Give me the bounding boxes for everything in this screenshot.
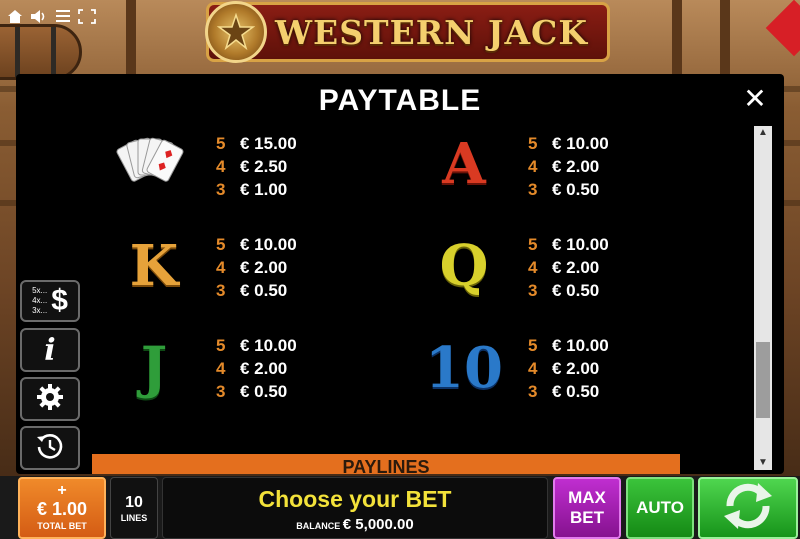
jack-symbol: J <box>140 335 168 401</box>
paytable-scrollbar[interactable]: ▲ ▼ <box>754 126 772 470</box>
total-bet-label: TOTAL BET <box>37 521 87 531</box>
scroll-down-icon[interactable]: ▼ <box>754 456 772 470</box>
lines-value: 10 <box>125 494 143 511</box>
gear-icon <box>35 382 65 417</box>
auto-label: AUTO <box>636 498 684 517</box>
info-button[interactable]: i <box>20 328 80 372</box>
cards-payouts: 5 € 15.00 4 € 2.50 3 € 1.00 <box>216 132 326 201</box>
payout-row: 5 € 10.00 <box>528 335 609 355</box>
payout-row: 3 € 1.00 <box>216 179 288 199</box>
payout-row: 3 € 0.50 <box>216 280 288 300</box>
payout-row: 3 € 0.50 <box>528 381 600 401</box>
menu-icon[interactable] <box>54 8 72 24</box>
balance-display: BALANCE € 5,000.00 <box>296 516 413 533</box>
corner-badge <box>765 0 800 57</box>
home-icon[interactable] <box>6 8 24 24</box>
bet-increase-icon[interactable]: + <box>57 483 66 499</box>
sound-icon[interactable] <box>30 8 48 24</box>
sheriff-star-icon <box>205 1 267 63</box>
paytable-title: PAYTABLE <box>318 84 482 117</box>
payout-row: 3 € 0.50 <box>216 381 288 401</box>
payout-row: 3 € 0.50 <box>528 179 600 199</box>
payout-row: 5 € 10.00 <box>216 335 297 355</box>
max-bet-label-line2: BET <box>570 508 604 527</box>
jack-payouts: 5 € 10.00 4 € 2.00 3 € 0.50 <box>216 334 326 403</box>
scrollbar-thumb[interactable] <box>756 342 770 418</box>
ace-payouts: 5 € 10.00 4 € 2.00 3 € 0.50 <box>528 132 638 201</box>
payout-row: 5 € 10.00 <box>216 234 297 254</box>
queen-symbol: Q <box>439 233 489 299</box>
top-toolbar <box>6 8 96 24</box>
close-icon[interactable]: ✕ <box>742 85 768 113</box>
info-icon: i <box>44 332 56 368</box>
payout-row: 4 € 2.00 <box>528 156 600 176</box>
paylines-section-header: PAYLINES <box>92 454 680 474</box>
total-bet-button[interactable]: + € 1.00 TOTAL BET <box>18 477 106 539</box>
cards-symbol-icon <box>110 126 190 198</box>
payout-row: 4 € 2.00 <box>216 257 288 277</box>
paytable-panel: PAYTABLE ✕ 5 € 15.00 4 € 2.50 3 € 1.00 A 5 €… <box>16 74 784 474</box>
multiplier-list: 5x... 4x... 3x... <box>32 286 48 315</box>
lines-label: LINES <box>120 513 148 523</box>
balance-value: € 5,000.00 <box>342 515 414 533</box>
max-bet-button[interactable]: MAX BET <box>553 477 621 539</box>
ace-symbol: A <box>442 131 486 197</box>
auto-button[interactable]: AUTO <box>626 477 694 539</box>
payout-row: 4 € 2.00 <box>528 257 600 277</box>
game-title: WESTERN JACK <box>275 12 588 52</box>
payout-row: 4 € 2.00 <box>216 358 288 378</box>
payout-row: 5 € 15.00 <box>216 133 297 153</box>
barrel-decoration <box>0 24 82 80</box>
payout-row: 4 € 2.00 <box>528 358 600 378</box>
history-button[interactable] <box>20 426 80 470</box>
lines-display: 10 LINES <box>110 477 158 539</box>
ten-payouts: 5 € 10.00 4 € 2.00 3 € 0.50 <box>528 334 638 403</box>
total-bet-value: € 1.00 <box>36 499 88 519</box>
payout-row: 3 € 0.50 <box>528 280 600 300</box>
fullscreen-icon[interactable] <box>78 8 96 24</box>
queen-payouts: 5 € 10.00 4 € 2.00 3 € 0.50 <box>528 233 638 302</box>
spin-button[interactable] <box>698 477 798 539</box>
history-icon <box>35 431 65 466</box>
balance-label: BALANCE <box>296 520 341 531</box>
ten-symbol: 10 <box>425 335 503 401</box>
settings-button[interactable] <box>20 377 80 421</box>
spin-arrows-icon <box>718 480 778 537</box>
king-payouts: 5 € 10.00 4 € 2.00 3 € 0.50 <box>216 233 326 302</box>
max-bet-label-line1: MAX <box>568 488 606 507</box>
payout-row: 5 € 10.00 <box>528 133 609 153</box>
paytable-button[interactable]: 5x... 4x... 3x... $ <box>20 280 80 322</box>
scroll-up-icon[interactable]: ▲ <box>754 126 772 140</box>
dollar-icon: $ <box>51 284 68 317</box>
game-logo: WESTERN JACK <box>205 1 610 63</box>
status-message: Choose your BET <box>258 485 452 512</box>
payout-row: 4 € 2.50 <box>216 156 288 176</box>
king-symbol: K <box>129 233 179 299</box>
payout-row: 5 € 10.00 <box>528 234 609 254</box>
message-display: Choose your BET BALANCE € 5,000.00 <box>162 477 548 539</box>
